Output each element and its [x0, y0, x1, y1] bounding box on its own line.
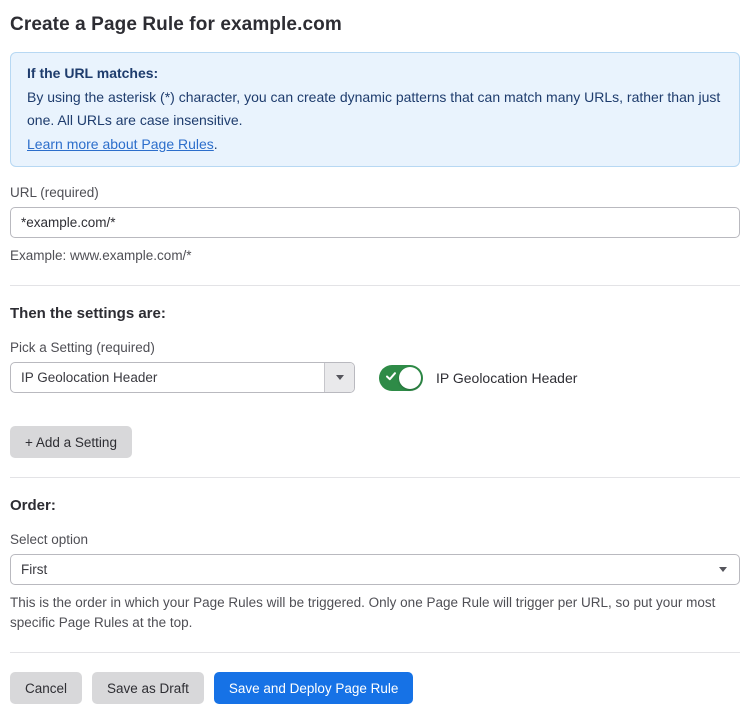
check-icon: [385, 370, 397, 382]
settings-section-heading: Then the settings are:: [10, 305, 740, 322]
caret-down-icon: [719, 567, 727, 572]
setting-select[interactable]: IP Geolocation Header: [10, 362, 355, 393]
footer-buttons: Cancel Save as Draft Save and Deploy Pag…: [10, 672, 740, 704]
pick-setting-label: Pick a Setting (required): [10, 340, 740, 355]
setting-select-value: IP Geolocation Header: [11, 363, 324, 392]
toggle-label: IP Geolocation Header: [436, 370, 577, 386]
info-box-heading: If the URL matches:: [27, 62, 723, 86]
divider: [10, 285, 740, 286]
toggle-knob: [399, 367, 421, 389]
learn-more-link[interactable]: Learn more about Page Rules: [27, 136, 214, 152]
order-select[interactable]: First: [10, 554, 740, 585]
info-box-link-line: Learn more about Page Rules.: [27, 133, 723, 157]
divider: [10, 477, 740, 478]
order-select-value: First: [11, 555, 739, 584]
setting-row: IP Geolocation Header IP Geolocation Hea…: [10, 362, 740, 393]
setting-select-arrow-button[interactable]: [324, 363, 354, 392]
url-example-helper: Example: www.example.com/*: [10, 246, 740, 266]
cancel-button[interactable]: Cancel: [10, 672, 82, 704]
divider: [10, 652, 740, 653]
ip-geolocation-toggle[interactable]: [379, 365, 423, 391]
page-title: Create a Page Rule for example.com: [10, 14, 740, 36]
order-select-label: Select option: [10, 532, 740, 547]
caret-down-icon: [336, 375, 344, 380]
save-as-draft-button[interactable]: Save as Draft: [92, 672, 204, 704]
info-box-body: By using the asterisk (*) character, you…: [27, 86, 723, 133]
create-page-rule-form: Create a Page Rule for example.com If th…: [0, 0, 750, 714]
order-section-heading: Order:: [10, 497, 740, 514]
url-input[interactable]: [10, 207, 740, 238]
url-field-label: URL (required): [10, 185, 740, 200]
add-setting-button[interactable]: + Add a Setting: [10, 426, 132, 458]
order-helper-text: This is the order in which your Page Rul…: [10, 593, 740, 633]
link-suffix: .: [214, 136, 218, 152]
save-and-deploy-button[interactable]: Save and Deploy Page Rule: [214, 672, 414, 704]
url-matches-info-box: If the URL matches: By using the asteris…: [10, 52, 740, 167]
